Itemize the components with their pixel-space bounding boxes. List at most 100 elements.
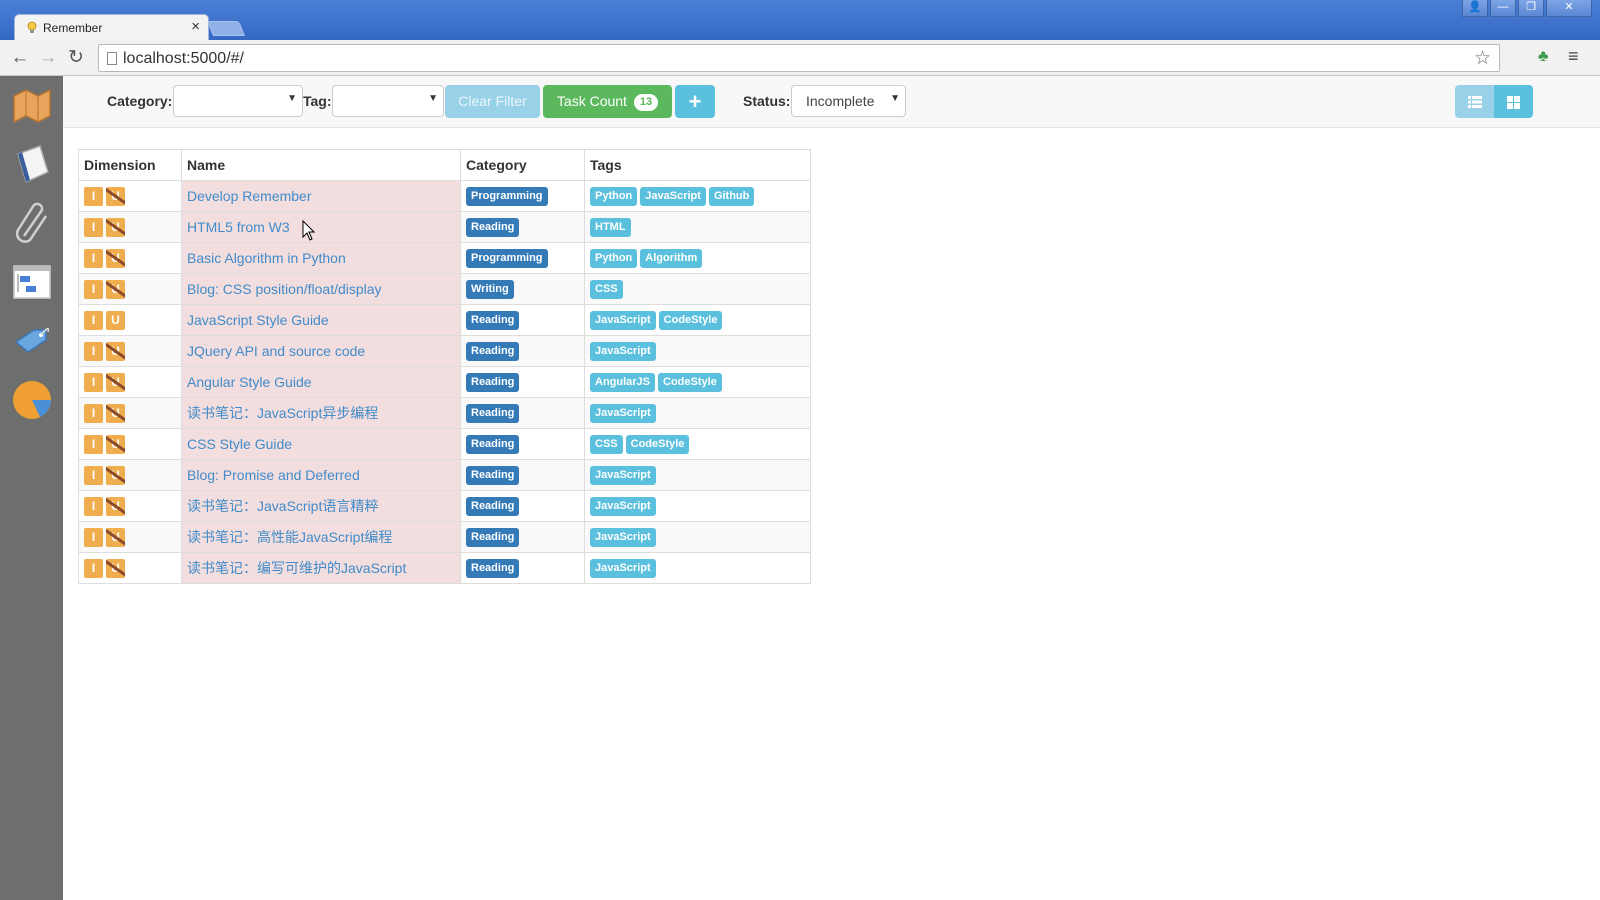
browser-menu-icon[interactable]: ≡ [1568,46,1579,67]
dimension-cell: IU [78,180,182,212]
extension-icon[interactable]: ♣ [1538,48,1549,66]
status-select[interactable]: Incomplete ▼ [791,85,906,117]
new-tab-button[interactable] [206,21,246,36]
map-icon[interactable] [10,84,54,128]
important-badge[interactable]: I [84,279,103,299]
important-badge[interactable]: I [84,217,103,237]
clear-filter-button[interactable]: Clear Filter [445,85,540,118]
task-name-link[interactable]: JQuery API and source code [187,343,365,359]
important-badge[interactable]: I [84,558,103,578]
tag-icon[interactable] [10,318,54,362]
table-row[interactable]: I U 读书笔记：编写可维护的JavaScript Reading JavaScript [78,552,811,584]
important-badge[interactable]: I [84,372,103,392]
task-board-icon[interactable] [10,260,54,304]
header-tags[interactable]: Tags [584,149,811,181]
category-badge: Reading [466,466,520,485]
table-row[interactable]: I U 读书笔记：JavaScript异步编程 Reading JavaScript [78,397,811,429]
task-name-link[interactable]: 读书笔记：高性能JavaScript编程 [187,529,392,545]
tags-cell: Python Algorithm [584,242,811,274]
urgent-badge[interactable]: U [106,217,125,237]
task-count-button[interactable]: Task Count 13 [543,85,672,118]
urgent-badge[interactable]: U [106,279,125,299]
urgent-badge[interactable]: U [106,372,125,392]
table-row[interactable]: I U JavaScript Style Guide Reading JavaScrip… [78,304,811,336]
category-cell: Reading [460,428,585,460]
task-name-cell: HTML5 from W3 [181,211,461,243]
table-row[interactable]: I U Blog: Promise and Deferred Reading JavaS… [78,459,811,491]
task-name-link[interactable]: Blog: Promise and Deferred [187,467,360,483]
urgent-badge[interactable]: U [106,558,125,578]
urgent-badge[interactable]: U [106,186,125,206]
category-badge: Reading [466,311,520,330]
task-name-cell: Angular Style Guide [181,366,461,398]
task-name-link[interactable]: CSS Style Guide [187,436,292,452]
reload-icon[interactable]: ↻ [64,46,88,70]
task-name-link[interactable]: Develop Remember [187,188,312,204]
minimize-icon[interactable]: — [1490,0,1516,17]
tag-select[interactable]: ▼ [332,85,444,117]
browser-tab[interactable]: Remember × [14,14,209,40]
list-icon [1467,96,1482,109]
header-category[interactable]: Category [460,149,585,181]
important-badge[interactable]: I [84,248,103,268]
important-badge[interactable]: I [84,310,103,330]
urgent-badge[interactable]: U [106,496,125,516]
notebook-icon[interactable] [10,142,54,186]
header-dimension[interactable]: Dimension [78,149,182,181]
important-badge[interactable]: I [84,527,103,547]
forward-arrow-icon[interactable]: → [36,46,60,70]
user-icon[interactable]: 👤 [1462,0,1488,17]
urgent-badge[interactable]: U [106,434,125,454]
task-name-link[interactable]: Blog: CSS position/float/display [187,281,382,297]
task-name-link[interactable]: Basic Algorithm in Python [187,250,346,266]
paperclip-icon[interactable] [10,200,54,244]
table-row[interactable]: I U 读书笔记：JavaScript语言精粹 Reading JavaScript [78,490,811,522]
urgent-badge[interactable]: U [106,465,125,485]
maximize-icon[interactable]: ❐ [1518,0,1544,17]
table-row[interactable]: I U Develop Remember Programming Python JavaS… [78,180,811,212]
address-bar[interactable]: localhost:5000/#/ ☆ [98,44,1500,72]
important-badge[interactable]: I [84,186,103,206]
important-badge[interactable]: I [84,403,103,423]
table-row[interactable]: I U Basic Algorithm in Python Programming Py… [78,242,811,274]
task-name-link[interactable]: JavaScript Style Guide [187,312,329,328]
urgent-badge[interactable]: U [106,248,125,268]
important-badge[interactable]: I [84,434,103,454]
chevron-down-icon: ▼ [428,93,438,104]
task-name-link[interactable]: 读书笔记：JavaScript异步编程 [187,405,378,421]
task-name-link[interactable]: Angular Style Guide [187,374,312,390]
task-name-cell: Blog: CSS position/float/display [181,273,461,305]
task-name-link[interactable]: 读书笔记：JavaScript语言精粹 [187,498,378,514]
task-name-link[interactable]: HTML5 from W3 [187,219,290,235]
table-row[interactable]: I U Blog: CSS position/float/display Writin… [78,273,811,305]
dimension-cell: IU [78,335,182,367]
table-row[interactable]: I U CSS Style Guide Reading CSS CodeStyle [78,428,811,460]
table-row[interactable]: I U JQuery API and source code Reading JavaS… [78,335,811,367]
urgent-badge[interactable]: U [106,341,125,361]
grid-view-button[interactable] [1494,85,1533,118]
pie-chart-icon[interactable] [10,378,54,422]
dimension-cell: IU [78,211,182,243]
bookmark-star-icon[interactable]: ☆ [1474,47,1491,70]
task-name-cell: 读书笔记：JavaScript异步编程 [181,397,461,429]
close-tab-icon[interactable]: × [191,18,200,36]
category-select[interactable]: ▼ [173,85,303,117]
urgent-badge[interactable]: U [106,527,125,547]
urgent-badge[interactable]: U [106,403,125,423]
list-view-button[interactable] [1455,85,1494,118]
important-badge[interactable]: I [84,341,103,361]
table-row[interactable]: I U HTML5 from W3 Reading HTML [78,211,811,243]
important-badge[interactable]: I [84,465,103,485]
urgent-badge[interactable]: U [106,310,125,330]
header-name[interactable]: Name [181,149,461,181]
add-task-button[interactable]: + [675,85,715,118]
table-row[interactable]: I U 读书笔记：高性能JavaScript编程 Reading JavaScript [78,521,811,553]
table-row[interactable]: I U Angular Style Guide Reading AngularJS Cod… [78,366,811,398]
status-label: Status: [743,93,791,109]
close-window-icon[interactable]: ✕ [1546,0,1592,17]
url-text: localhost:5000/#/ [123,50,244,67]
important-badge[interactable]: I [84,496,103,516]
task-name-link[interactable]: 读书笔记：编写可维护的JavaScript [187,560,406,576]
back-arrow-icon[interactable]: ← [8,46,32,70]
task-name-cell: CSS Style Guide [181,428,461,460]
